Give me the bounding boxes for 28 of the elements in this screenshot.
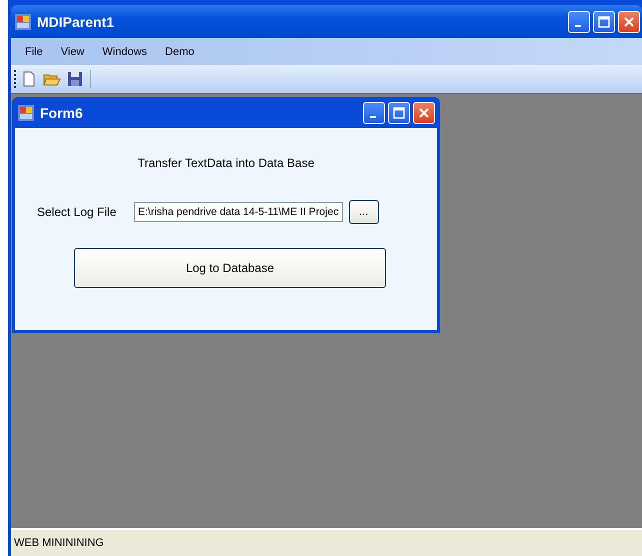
menu-item[interactable]: File bbox=[17, 44, 51, 60]
minimize-icon bbox=[370, 116, 376, 118]
menu-item[interactable]: Demo bbox=[157, 44, 202, 60]
field-label: Select Log File bbox=[37, 205, 118, 219]
maximize-button[interactable] bbox=[388, 102, 410, 124]
browse-button[interactable]: ... bbox=[348, 200, 379, 224]
menu-item[interactable]: Windows bbox=[94, 44, 156, 60]
maximize-button[interactable] bbox=[593, 10, 615, 32]
log-to-database-button[interactable]: Log to Database bbox=[74, 248, 386, 288]
status-text: WEB MINININING bbox=[14, 537, 104, 549]
window-title: MDIParent1 bbox=[37, 14, 114, 30]
maximize-icon bbox=[393, 106, 405, 118]
close-button[interactable] bbox=[413, 102, 435, 124]
minimize-icon bbox=[575, 24, 581, 26]
close-button[interactable] bbox=[618, 10, 640, 32]
maximize-icon bbox=[598, 16, 610, 28]
minimize-button[interactable] bbox=[568, 10, 590, 32]
form-icon bbox=[18, 104, 34, 120]
application-icon bbox=[15, 14, 31, 30]
save-button[interactable] bbox=[65, 69, 85, 89]
minimize-button[interactable] bbox=[363, 102, 385, 124]
close-icon bbox=[418, 106, 430, 118]
grip-icon bbox=[14, 70, 17, 88]
window-title: Form6 bbox=[40, 104, 83, 120]
menu-item[interactable]: View bbox=[52, 44, 92, 60]
close-icon bbox=[623, 16, 635, 28]
form-heading: Transfer TextData into Data Base bbox=[138, 156, 314, 170]
file-path-field[interactable]: E:\risha pendrive data 14-5-11\ME II Projec bbox=[134, 202, 343, 222]
